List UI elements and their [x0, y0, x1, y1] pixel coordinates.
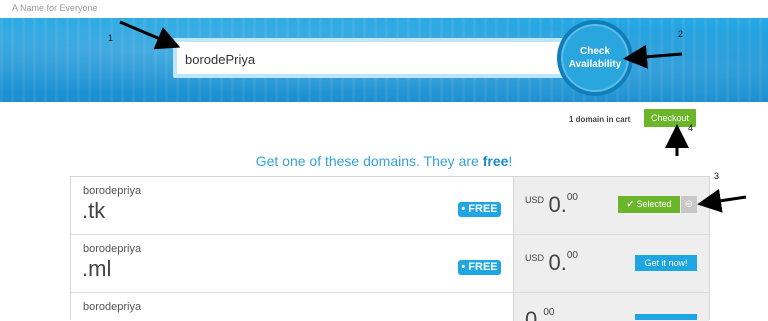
domain-row: borodepriya .tk • FREE USD 0.00 ✔ Select…	[71, 177, 709, 235]
domain-price-cell: USD 0.00 ✔ Selected ⊖	[513, 177, 709, 234]
annotation-number: 4	[688, 123, 694, 133]
price-decimal: 00	[566, 250, 578, 261]
domain-row: borodepriya .ml • FREE USD 0.00 Get it n…	[71, 235, 709, 293]
promo-text: Get one of these domains. They are	[255, 153, 483, 169]
domain-search-input[interactable]: borodePriya	[173, 38, 591, 78]
annotation-number: 2	[678, 29, 684, 39]
get-it-now-button[interactable]: Get it now!	[635, 255, 697, 271]
domain-price-cell: USD 0.00 Get it now!	[513, 235, 709, 292]
price-decimal: 00	[543, 307, 555, 318]
domain-price: 0.00	[525, 307, 554, 321]
promo-emphasis: free	[482, 153, 509, 169]
price-currency: USD	[525, 253, 545, 263]
site-tagline: A Name for Everyone	[12, 3, 98, 13]
domain-price-cell: 0.00	[513, 293, 709, 321]
selected-label: Selected	[636, 199, 672, 209]
check-icon: ✔	[626, 199, 634, 209]
domain-row: borodepriya 0.00	[71, 293, 709, 321]
domain-name: borodepriya	[83, 243, 142, 255]
annotation-number: 3	[714, 171, 720, 181]
price-integer: 0.	[548, 192, 567, 217]
promo-heading: Get one of these domains. They are free!	[0, 153, 768, 169]
cart-status: 1 domain in cart	[569, 115, 631, 124]
free-badge: • FREE	[458, 202, 501, 217]
domain-info-cell: borodepriya .ml • FREE	[71, 235, 513, 292]
domain-tld: .tk	[82, 198, 106, 223]
domain-price: USD 0.00	[525, 192, 578, 218]
price-currency: USD	[525, 195, 545, 205]
domain-info-cell: borodepriya .tk • FREE	[71, 177, 513, 234]
domain-name: borodepriya	[83, 185, 142, 197]
search-value: borodePriya	[185, 52, 256, 67]
price-integer: 0.	[525, 307, 544, 321]
domain-tld: .ml	[82, 256, 112, 281]
selected-button[interactable]: ✔ Selected	[618, 196, 680, 213]
annotation-number: 1	[108, 33, 114, 43]
check-availability-button[interactable]: Check Availability	[561, 24, 629, 92]
free-badge-label: FREE	[468, 261, 498, 273]
domain-name: borodepriya	[83, 301, 142, 313]
domain-price: USD 0.00	[525, 250, 578, 276]
promo-suffix: !	[508, 153, 513, 169]
free-badge-label: FREE	[468, 203, 498, 215]
free-badge: • FREE	[458, 260, 501, 275]
price-decimal: 00	[566, 192, 578, 203]
check-availability-label: Check Availability	[568, 46, 622, 70]
get-it-now-button[interactable]	[635, 314, 697, 320]
domain-results-table: borodepriya .tk • FREE USD 0.00 ✔ Select…	[70, 176, 710, 321]
domain-info-cell: borodepriya	[71, 293, 513, 321]
price-integer: 0.	[548, 250, 567, 275]
arrow-to-selected	[697, 188, 747, 213]
remove-icon[interactable]: ⊖	[681, 196, 697, 213]
